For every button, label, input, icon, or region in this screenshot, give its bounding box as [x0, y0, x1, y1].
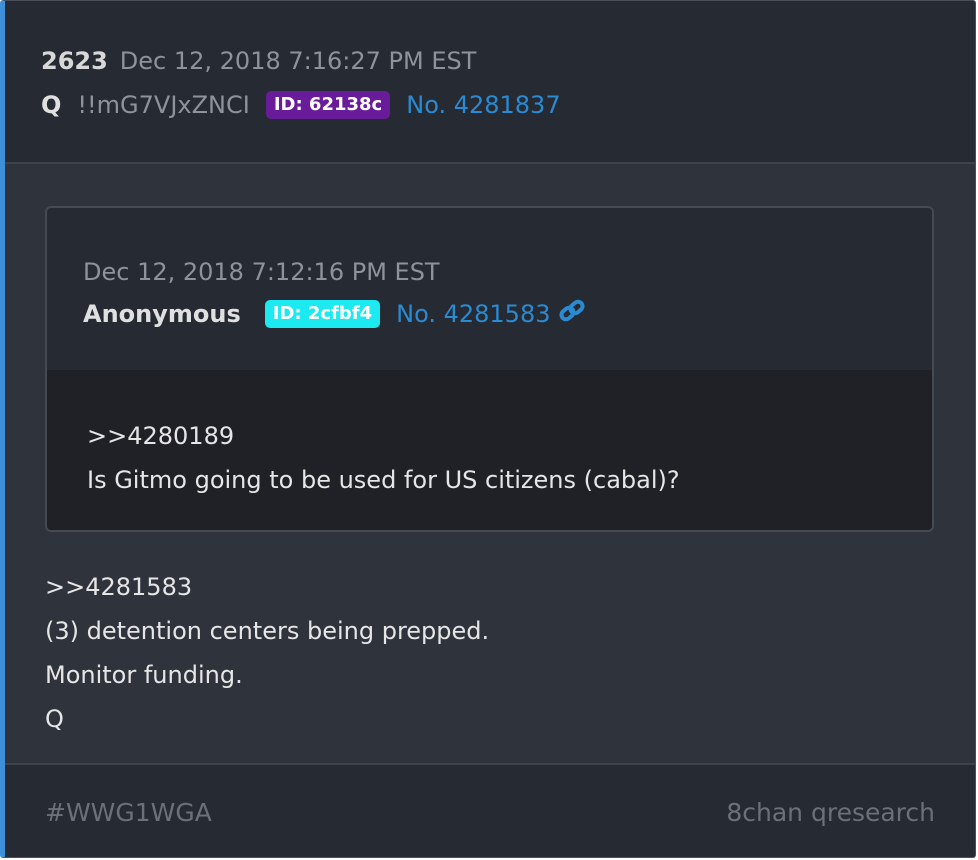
tripcode: !!mG7VJxZNCI [77, 91, 250, 119]
quoted-post-timestamp: Dec 12, 2018 7:12:16 PM EST [83, 258, 440, 286]
post-author-row: Q !!mG7VJxZNCI ID: 62138c No. 4281837 [41, 91, 561, 119]
author-name: Q [41, 91, 62, 119]
reply-link[interactable]: >>4281583 [45, 573, 192, 601]
quoted-text-line: Is Gitmo going to be used for US citizen… [87, 466, 680, 494]
message-signature: Q [45, 705, 64, 733]
post-card: 2623 Dec 12, 2018 7:16:27 PM EST Q !!mG7V… [0, 0, 976, 858]
hashtag: #WWG1WGA [45, 798, 212, 827]
quoted-post-author-row: Anonymous ID: 2cfbf4 No. 4281583 [83, 298, 586, 330]
message-line: (3) detention centers being prepped. [45, 617, 490, 645]
quoted-post: Dec 12, 2018 7:12:16 PM EST Anonymous ID… [45, 206, 934, 532]
quoted-reply-link[interactable]: >>4280189 [87, 422, 234, 450]
post-timestamp: Dec 12, 2018 7:16:27 PM EST [119, 47, 477, 75]
message-line: Monitor funding. [45, 661, 243, 689]
quoted-author-name: Anonymous [83, 300, 241, 328]
source-label: 8chan qresearch [726, 798, 935, 827]
quoted-post-body: >>4280189 Is Gitmo going to be used for … [47, 370, 932, 530]
post-meta-row: 2623 Dec 12, 2018 7:16:27 PM EST [41, 47, 476, 75]
post-number-link[interactable]: No. 4281837 [406, 91, 560, 119]
post-footer: #WWG1WGA 8chan qresearch [5, 763, 975, 857]
post-count: 2623 [41, 47, 108, 75]
quoted-post-header: Dec 12, 2018 7:12:16 PM EST Anonymous ID… [47, 208, 932, 372]
poster-id-badge[interactable]: ID: 62138c [265, 91, 391, 119]
link-chain-icon[interactable] [558, 298, 586, 330]
quoted-poster-id-badge[interactable]: ID: 2cfbf4 [264, 300, 381, 328]
post-header: 2623 Dec 12, 2018 7:16:27 PM EST Q !!mG7V… [5, 1, 975, 164]
quoted-post-number-link[interactable]: No. 4281583 [396, 300, 550, 328]
